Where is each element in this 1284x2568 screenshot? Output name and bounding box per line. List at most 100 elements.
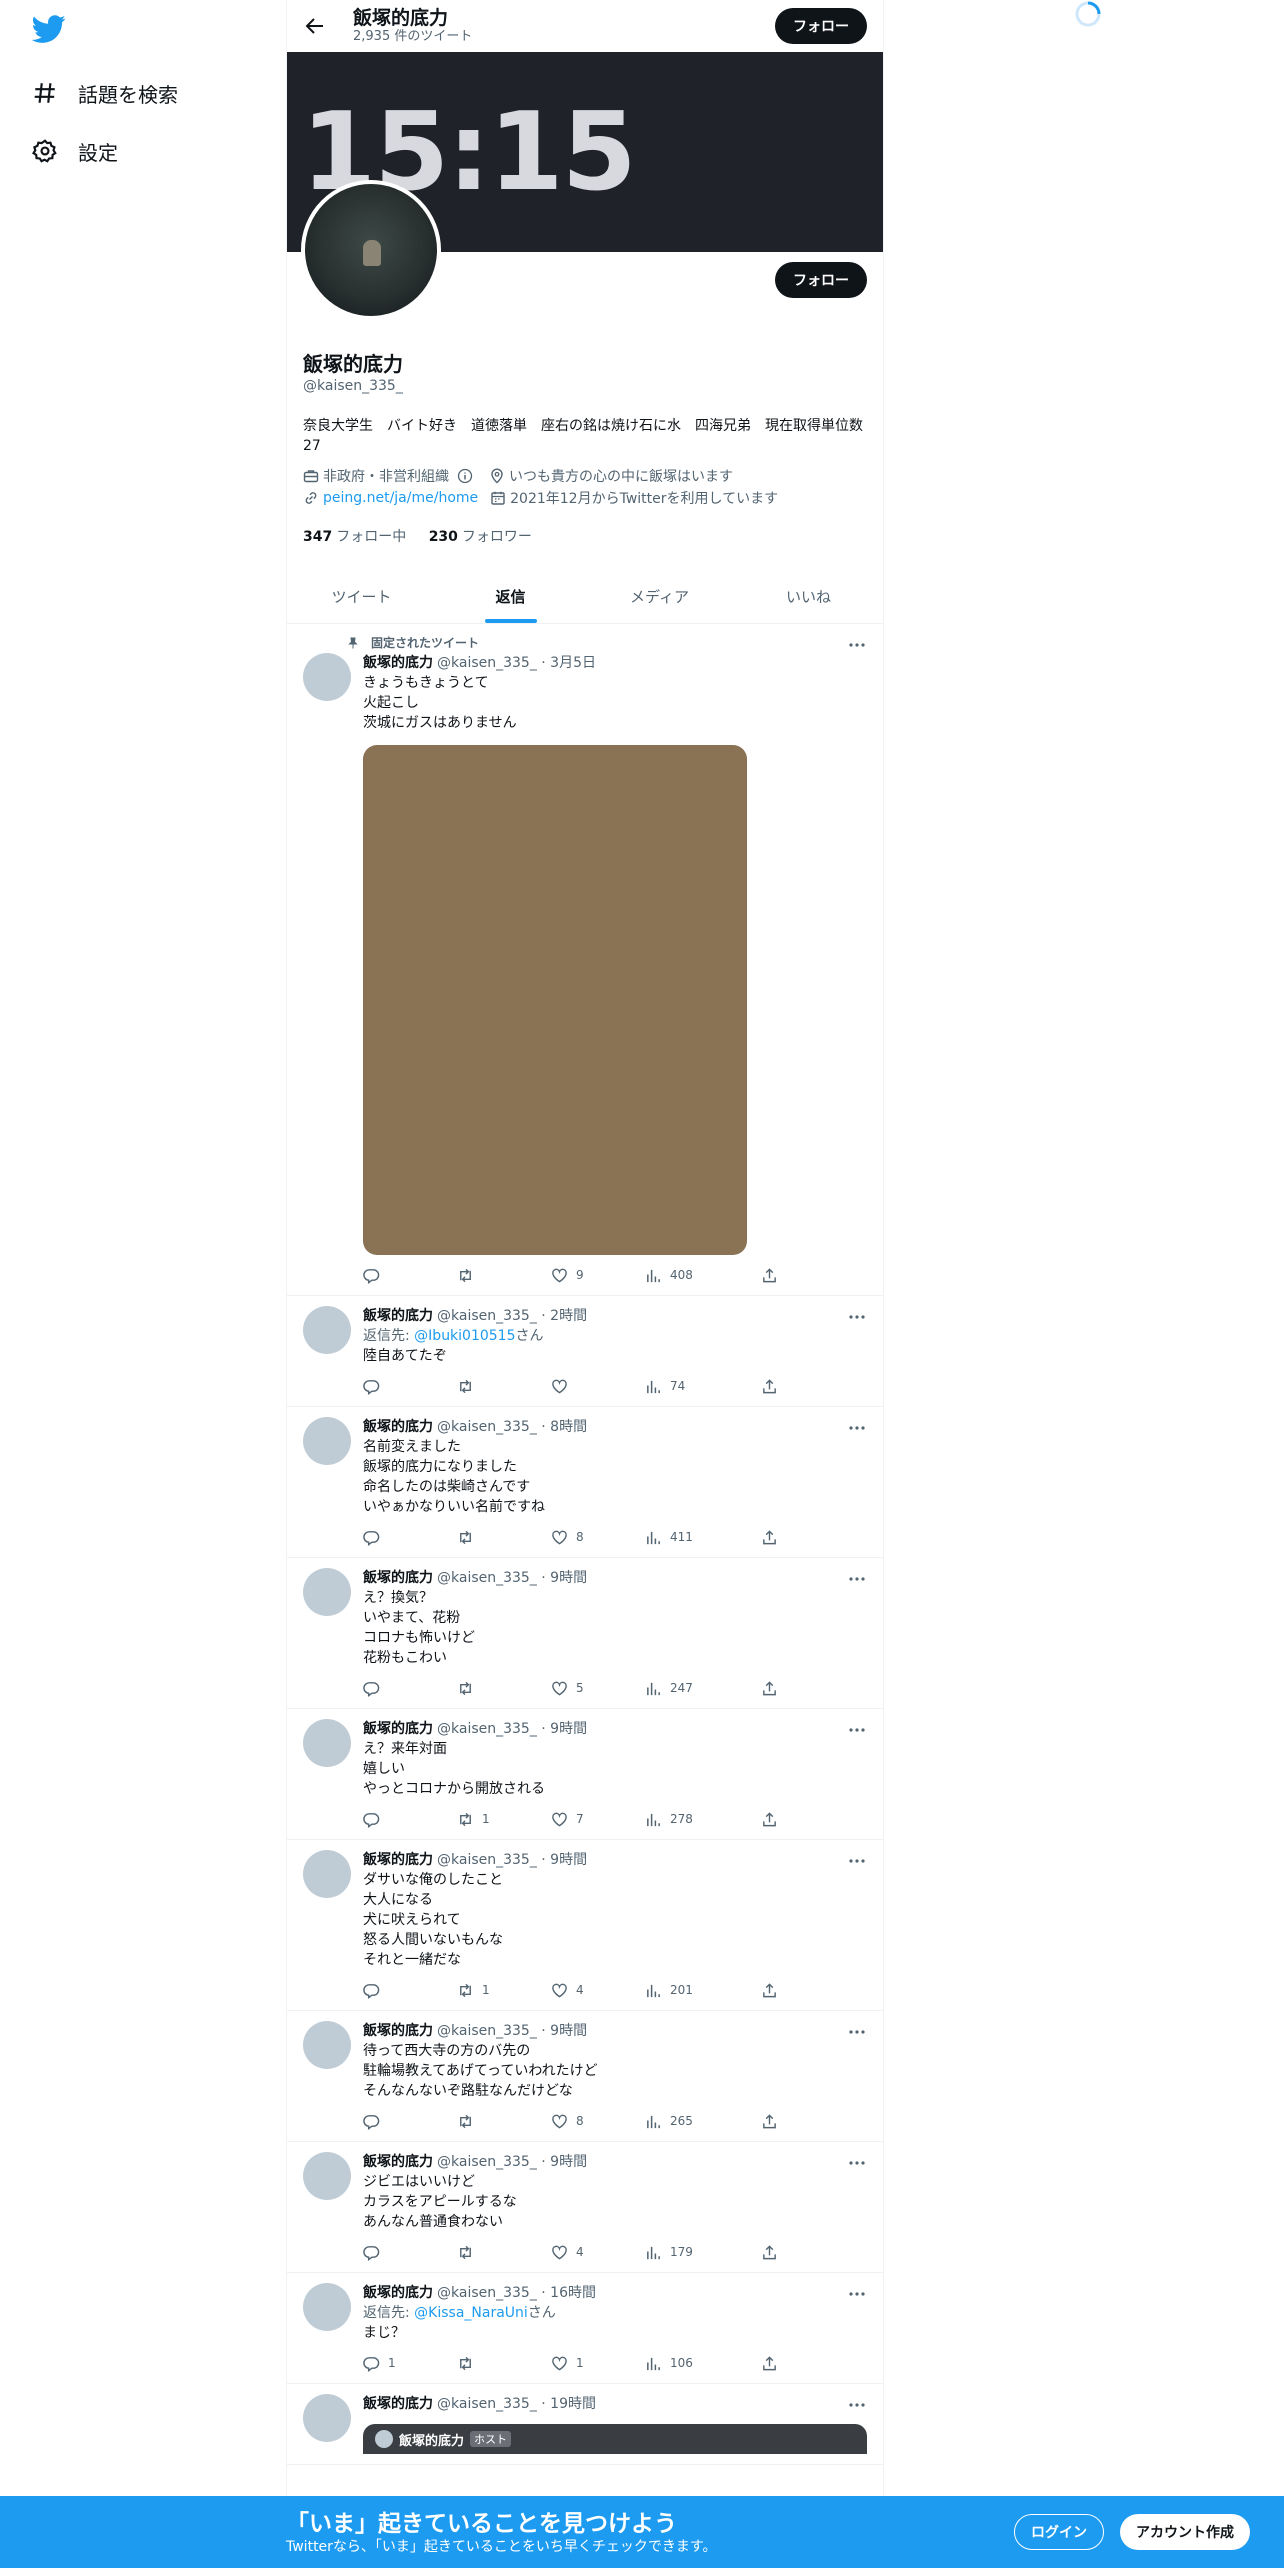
avatar[interactable] — [303, 1417, 351, 1465]
share-button[interactable] — [761, 1980, 786, 2000]
tweet-author-name[interactable]: 飯塚的底力 — [363, 653, 433, 673]
avatar[interactable] — [303, 1850, 351, 1898]
back-arrow-icon[interactable] — [303, 14, 327, 38]
retweet-button[interactable] — [457, 1265, 551, 1285]
tab-media[interactable]: メディア — [585, 570, 734, 623]
tweet[interactable]: 飯塚的底力 @kaisen_335_ · 16時間 返信先: @Kissa_Nara… — [287, 2273, 883, 2384]
share-button[interactable] — [761, 1265, 786, 1285]
avatar[interactable] — [303, 1306, 351, 1354]
following-link[interactable]: 347 フォロー中 — [303, 529, 406, 545]
tweet-meta[interactable]: @kaisen_335_ · 19時間 — [437, 2394, 596, 2414]
reply-button[interactable] — [363, 2242, 457, 2262]
retweet-button[interactable] — [457, 1527, 551, 1547]
info-icon[interactable] — [457, 468, 477, 484]
views-button[interactable]: 247 — [645, 1678, 761, 1698]
followers-link[interactable]: 230 フォロワー — [429, 529, 532, 545]
profile-website-link[interactable]: peing.net/ja/me/home — [323, 490, 478, 506]
share-button[interactable] — [761, 1809, 786, 1829]
retweet-button[interactable]: 1 — [457, 1809, 551, 1829]
avatar[interactable] — [303, 653, 351, 701]
views-button[interactable]: 408 — [645, 1265, 761, 1285]
tweet-meta[interactable]: @kaisen_335_ · 9時間 — [437, 1719, 587, 1739]
retweet-button[interactable] — [457, 2353, 551, 2373]
tweet[interactable]: 固定されたツイート 飯塚的底力 @kaisen_335_ · 3月5日 きょうもきょう… — [287, 624, 883, 1296]
more-options-icon[interactable] — [847, 2023, 867, 2041]
tweet-author-name[interactable]: 飯塚的底力 — [363, 2152, 433, 2172]
views-button[interactable]: 179 — [645, 2242, 761, 2262]
reply-to-user-link[interactable]: @Ibuki010515 — [414, 1328, 515, 1344]
reply-button[interactable] — [363, 1265, 457, 1285]
tweet[interactable]: 飯塚的底力 @kaisen_335_ · 9時間 ジビエはいいけど カラスをアピール… — [287, 2142, 883, 2273]
views-button[interactable]: 106 — [645, 2353, 761, 2373]
tweet-meta[interactable]: @kaisen_335_ · 9時間 — [437, 1568, 587, 1588]
nav-item-settings[interactable]: 設定 — [32, 122, 252, 180]
reply-button[interactable] — [363, 1678, 457, 1698]
quoted-tweet[interactable]: 飯塚的底力 ホスト — [363, 2424, 867, 2454]
follow-button[interactable]: フォロー — [775, 262, 867, 298]
tab-likes[interactable]: いいね — [734, 570, 883, 623]
tweet-meta[interactable]: @kaisen_335_ · 8時間 — [437, 1417, 587, 1437]
nav-item-explore[interactable]: 話題を検索 — [32, 64, 252, 122]
avatar[interactable] — [303, 2152, 351, 2200]
retweet-button[interactable] — [457, 2242, 551, 2262]
avatar[interactable] — [303, 2394, 351, 2442]
like-button[interactable] — [551, 1376, 645, 1396]
retweet-button[interactable]: 1 — [457, 1980, 551, 2000]
reply-button[interactable] — [363, 1527, 457, 1547]
login-button[interactable]: ログイン — [1014, 2514, 1104, 2550]
twitter-bird-icon[interactable] — [32, 12, 66, 46]
header-follow-button[interactable]: フォロー — [775, 8, 867, 44]
views-button[interactable]: 265 — [645, 2111, 761, 2131]
more-options-icon[interactable] — [847, 1308, 867, 1326]
views-button[interactable]: 74 — [645, 1376, 761, 1396]
views-button[interactable]: 201 — [645, 1980, 761, 2000]
tweet-meta[interactable]: @kaisen_335_ · 16時間 — [437, 2283, 596, 2303]
more-options-icon[interactable] — [847, 636, 867, 654]
tweet-author-name[interactable]: 飯塚的底力 — [363, 1417, 433, 1437]
tweet[interactable]: 飯塚的底力 @kaisen_335_ · 2時間 返信先: @Ibuki010515… — [287, 1296, 883, 1407]
retweet-button[interactable] — [457, 2111, 551, 2131]
like-button[interactable]: 7 — [551, 1809, 645, 1829]
tweet-meta[interactable]: @kaisen_335_ · 9時間 — [437, 2152, 587, 2172]
tweet-author-name[interactable]: 飯塚的底力 — [363, 1306, 433, 1326]
more-options-icon[interactable] — [847, 2154, 867, 2172]
tweet-media-image[interactable] — [363, 745, 747, 1255]
more-options-icon[interactable] — [847, 2285, 867, 2303]
tweet[interactable]: 飯塚的底力 @kaisen_335_ · 8時間 名前変えました 飯塚的底力になりま… — [287, 1407, 883, 1558]
reply-to-user-link[interactable]: @Kissa_NaraUni — [414, 2305, 528, 2321]
like-button[interactable]: 4 — [551, 2242, 645, 2262]
tweet[interactable]: 飯塚的底力 @kaisen_335_ · 19時間飯塚的底力 ホスト — [287, 2384, 883, 2465]
tweet-author-name[interactable]: 飯塚的底力 — [363, 1719, 433, 1739]
share-button[interactable] — [761, 1678, 786, 1698]
tweet-author-name[interactable]: 飯塚的底力 — [363, 2021, 433, 2041]
tweet[interactable]: 飯塚的底力 @kaisen_335_ · 9時間 え？換気？ いやまて、花粉 コロナ… — [287, 1558, 883, 1709]
share-button[interactable] — [761, 1376, 786, 1396]
share-button[interactable] — [761, 1527, 786, 1547]
like-button[interactable]: 5 — [551, 1678, 645, 1698]
signup-button[interactable]: アカウント作成 — [1120, 2514, 1250, 2550]
like-button[interactable]: 8 — [551, 1527, 645, 1547]
tweet-meta[interactable]: @kaisen_335_ · 2時間 — [437, 1306, 587, 1326]
reply-button[interactable] — [363, 1809, 457, 1829]
more-options-icon[interactable] — [847, 1570, 867, 1588]
tweet-meta[interactable]: @kaisen_335_ · 9時間 — [437, 1850, 587, 1870]
reply-button[interactable] — [363, 2111, 457, 2131]
tweet-author-name[interactable]: 飯塚的底力 — [363, 1850, 433, 1870]
more-options-icon[interactable] — [847, 1852, 867, 1870]
like-button[interactable]: 1 — [551, 2353, 645, 2373]
tweet[interactable]: 飯塚的底力 @kaisen_335_ · 9時間 待って西大寺の方のバ先の 駐輪場教… — [287, 2011, 883, 2142]
avatar[interactable] — [303, 2021, 351, 2069]
tweet-author-name[interactable]: 飯塚的底力 — [363, 2394, 433, 2414]
like-button[interactable]: 9 — [551, 1265, 645, 1285]
tweet-meta[interactable]: @kaisen_335_ · 3月5日 — [437, 653, 596, 673]
avatar[interactable] — [303, 1568, 351, 1616]
retweet-button[interactable] — [457, 1678, 551, 1698]
reply-button[interactable] — [363, 1980, 457, 2000]
tab-replies[interactable]: 返信 — [436, 570, 585, 623]
avatar[interactable] — [303, 1719, 351, 1767]
tweet-author-name[interactable]: 飯塚的底力 — [363, 1568, 433, 1588]
more-options-icon[interactable] — [847, 1721, 867, 1739]
like-button[interactable]: 8 — [551, 2111, 645, 2131]
retweet-button[interactable] — [457, 1376, 551, 1396]
share-button[interactable] — [761, 2242, 786, 2262]
